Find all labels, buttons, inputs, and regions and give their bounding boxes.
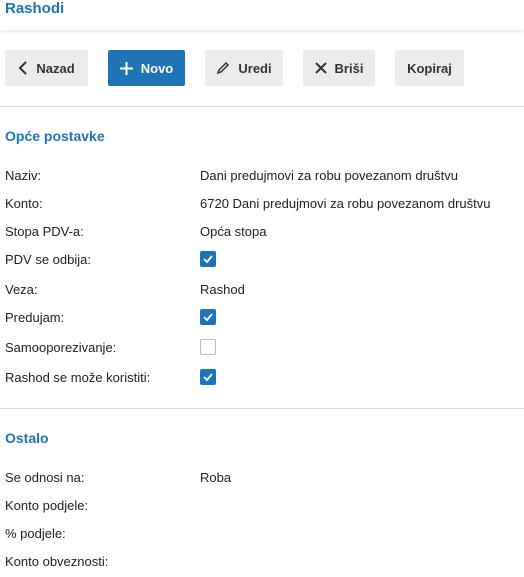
pdv-rate-label: Stopa PDV-a: (5, 224, 84, 239)
back-button[interactable]: Nazad (5, 50, 88, 86)
section-title-general: Opće postavke (5, 128, 105, 144)
pdv-deductible-checkbox (200, 251, 216, 267)
chevron-left-icon (18, 61, 28, 75)
veza-value: Rashod (200, 282, 245, 297)
self-tax-label: Samooporezivanje: (5, 340, 117, 355)
usable-checkbox (200, 369, 216, 385)
usable-label: Rashod se može koristiti: (5, 370, 151, 385)
new-button[interactable]: Novo (108, 50, 185, 86)
veza-label: Veza: (5, 282, 38, 297)
predujam-checkbox (200, 309, 216, 325)
checkmark-icon (203, 373, 213, 382)
relates-label: Se odnosi na: (5, 470, 85, 485)
copy-button[interactable]: Kopiraj (395, 50, 464, 86)
naziv-label: Naziv: (5, 168, 42, 183)
predujam-label: Predujam: (5, 310, 65, 325)
edit-button-label: Uredi (238, 60, 272, 76)
plus-icon (119, 61, 133, 75)
self-tax-checkbox (200, 339, 216, 355)
konto-value: 6720 Dani predujmovi za robu povezanom d… (200, 196, 491, 211)
back-button-label: Nazad (36, 60, 75, 76)
checkmark-icon (203, 313, 213, 322)
copy-button-label: Kopiraj (407, 60, 452, 76)
liability-account-label: Konto obveznosti: (5, 554, 109, 569)
pdv-deductible-label: PDV se odbija: (5, 252, 91, 267)
new-button-label: Novo (140, 60, 174, 76)
divider (0, 106, 524, 107)
naziv-value: Dani predujmovi za robu povezanom društv… (200, 168, 458, 183)
section-title-other: Ostalo (5, 430, 49, 446)
edit-button[interactable]: Uredi (205, 50, 283, 86)
delete-button-label: Briši (334, 60, 364, 76)
close-icon (314, 62, 327, 74)
split-account-label: Konto podjele: (5, 498, 89, 513)
title-bar: Rashodi (0, 0, 524, 30)
konto-label: Konto: (5, 196, 43, 211)
checkmark-icon (203, 255, 213, 264)
divider (0, 408, 524, 409)
pdv-rate-value: Opća stopa (200, 224, 267, 239)
page-title: Rashodi (5, 0, 65, 17)
pencil-icon (216, 61, 230, 75)
delete-button[interactable]: Briši (303, 50, 375, 86)
toolbar: Nazad Novo Uredi Briši Kopiraj (0, 50, 524, 86)
split-percent-label: % podjele: (5, 526, 66, 541)
relates-value: Roba (200, 470, 232, 485)
